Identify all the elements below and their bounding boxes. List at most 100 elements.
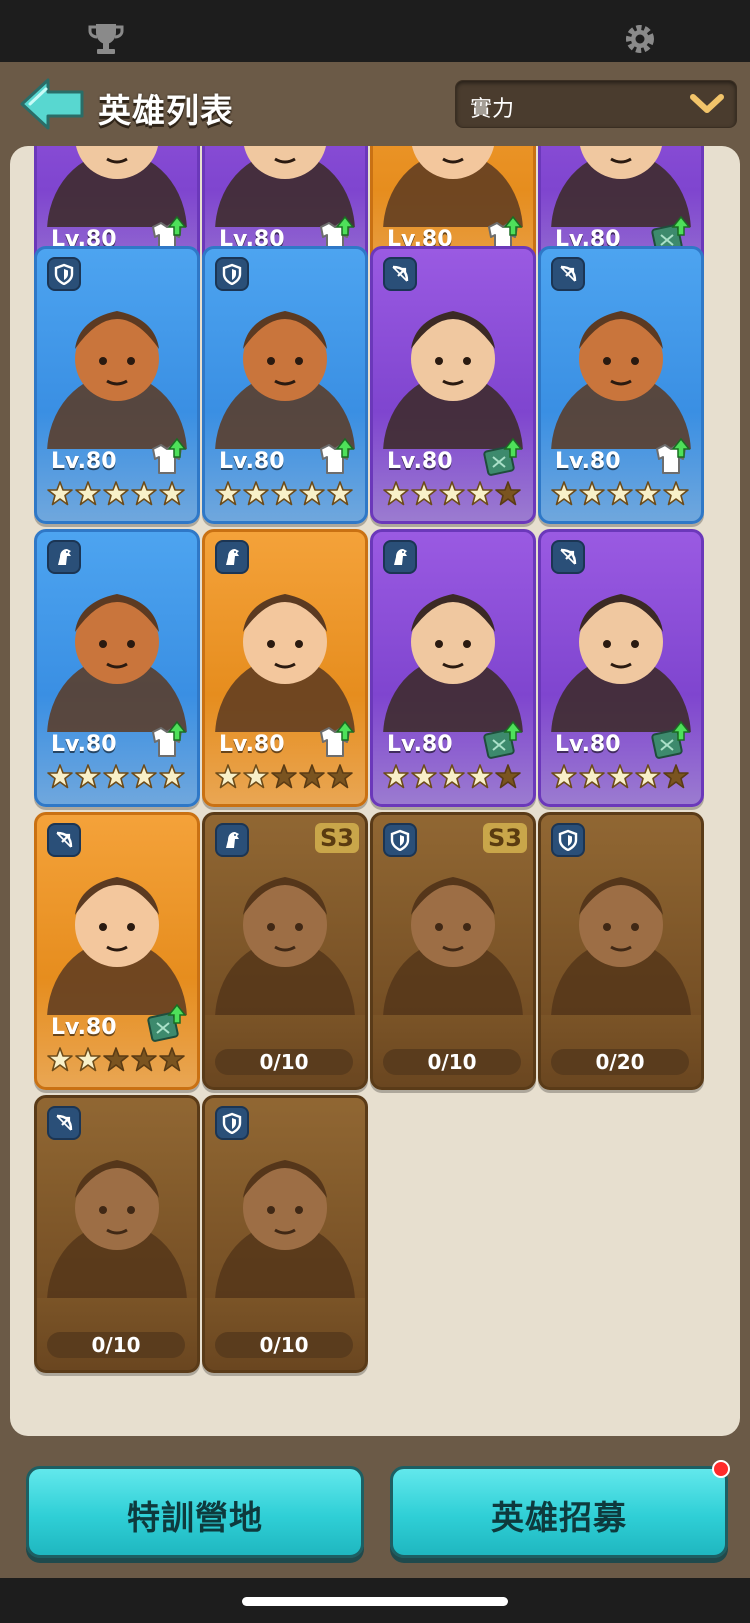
star-icon — [271, 481, 297, 506]
top-bar — [0, 0, 750, 62]
bow-class-badge — [551, 257, 585, 291]
star-icon — [663, 481, 689, 506]
star-icon — [271, 764, 297, 789]
sort-dropdown[interactable]: 實力 — [455, 80, 737, 128]
star-icon — [327, 481, 353, 506]
shard-progress: 0/10 — [383, 1049, 521, 1075]
horse-icon — [226, 549, 239, 565]
hero-level: Lv.80 — [51, 1015, 117, 1040]
star-icon — [383, 764, 409, 789]
back-arrow-icon[interactable] — [18, 76, 86, 132]
horse-icon — [58, 549, 71, 565]
star-icon — [131, 1047, 157, 1072]
hero-card[interactable]: S3 0/10 — [202, 812, 368, 1090]
season-badge: S3 — [315, 823, 359, 853]
star-rating — [215, 764, 357, 792]
star-icon — [635, 481, 661, 506]
star-rating — [551, 764, 693, 792]
hero-list-panel: Lv.80 Lv.80 Lv.80 Lv.80 Lv.80 Lv.80 Lv.80 Lv.80… — [10, 146, 740, 1436]
star-icon — [439, 764, 465, 789]
horse-class-badge — [383, 540, 417, 574]
shield-class-badge — [551, 823, 585, 857]
horse-class-badge — [215, 823, 249, 857]
star-rating — [383, 764, 525, 792]
header: 英雄列表 實力 — [0, 62, 750, 142]
star-icon — [551, 764, 577, 789]
page-title: 英雄列表 — [98, 91, 234, 130]
hero-level: Lv.80 — [555, 732, 621, 757]
hero-card[interactable]: Lv.80 — [538, 529, 704, 807]
hero-card[interactable]: Lv.80 — [34, 529, 200, 807]
skill-book-icon — [483, 437, 523, 476]
star-icon — [215, 481, 241, 506]
star-rating — [551, 481, 693, 509]
star-icon — [635, 764, 661, 789]
star-rating — [383, 481, 525, 509]
bow-icon — [56, 831, 73, 848]
star-icon — [495, 764, 521, 789]
horse-icon — [394, 549, 407, 565]
star-icon — [159, 764, 185, 789]
hero-card[interactable]: Lv.80 — [34, 246, 200, 524]
star-icon — [103, 481, 129, 506]
star-icon — [75, 481, 101, 506]
armor-upgrade-icon — [320, 437, 355, 474]
star-icon — [495, 481, 521, 506]
hero-level: Lv.80 — [387, 732, 453, 757]
star-icon — [131, 481, 157, 506]
star-rating — [215, 481, 357, 509]
skill-book-icon — [483, 720, 523, 759]
star-icon — [47, 481, 73, 506]
star-icon — [411, 764, 437, 789]
home-indicator[interactable] — [242, 1597, 508, 1606]
hero-card[interactable]: Lv.80 — [538, 246, 704, 524]
hero-card[interactable]: Lv.80 — [34, 812, 200, 1090]
chevron-down-icon — [690, 94, 724, 113]
armor-upgrade-icon — [152, 437, 187, 474]
training-camp-button[interactable]: 特訓營地 — [26, 1466, 364, 1558]
hero-card[interactable]: Lv.80 — [202, 246, 368, 524]
star-icon — [243, 481, 269, 506]
star-icon — [579, 481, 605, 506]
notification-dot — [712, 1460, 730, 1478]
hero-card[interactable]: Lv.80 — [202, 529, 368, 807]
hero-level: Lv.80 — [219, 449, 285, 474]
bow-icon — [560, 265, 577, 282]
star-icon — [159, 481, 185, 506]
shield-class-badge — [47, 257, 81, 291]
horse-class-badge — [215, 540, 249, 574]
shard-progress: 0/10 — [215, 1332, 353, 1358]
star-icon — [411, 481, 437, 506]
shield-icon — [390, 829, 410, 851]
hero-card[interactable]: Lv.80 — [370, 529, 536, 807]
star-icon — [607, 481, 633, 506]
star-icon — [159, 1047, 185, 1072]
star-icon — [327, 764, 353, 789]
season-badge: S3 — [483, 823, 527, 853]
star-icon — [75, 1047, 101, 1072]
star-icon — [243, 764, 269, 789]
star-icon — [551, 481, 577, 506]
skill-book-icon — [651, 720, 691, 759]
hero-level: Lv.80 — [555, 449, 621, 474]
bow-class-badge — [551, 540, 585, 574]
hero-card[interactable]: 0/20 — [538, 812, 704, 1090]
hero-level: Lv.80 — [219, 732, 285, 757]
gear-icon[interactable] — [622, 21, 658, 57]
hero-card[interactable]: Lv.80 — [370, 246, 536, 524]
training-camp-label: 特訓營地 — [127, 1498, 263, 1537]
hero-card[interactable]: 0/10 — [34, 1095, 200, 1373]
shield-icon — [222, 1112, 242, 1134]
shard-progress: 0/20 — [551, 1049, 689, 1075]
armor-upgrade-icon — [656, 437, 691, 474]
trophy-icon[interactable] — [88, 22, 124, 56]
shield-icon — [222, 263, 242, 285]
shard-progress: 0/10 — [215, 1049, 353, 1075]
hero-recruit-button[interactable]: 英雄招募 — [390, 1466, 728, 1558]
shield-icon — [54, 263, 74, 285]
hero-card[interactable]: S3 0/10 — [370, 812, 536, 1090]
star-icon — [47, 764, 73, 789]
hero-recruit-label: 英雄招募 — [491, 1498, 627, 1537]
star-icon — [467, 764, 493, 789]
hero-card[interactable]: 0/10 — [202, 1095, 368, 1373]
